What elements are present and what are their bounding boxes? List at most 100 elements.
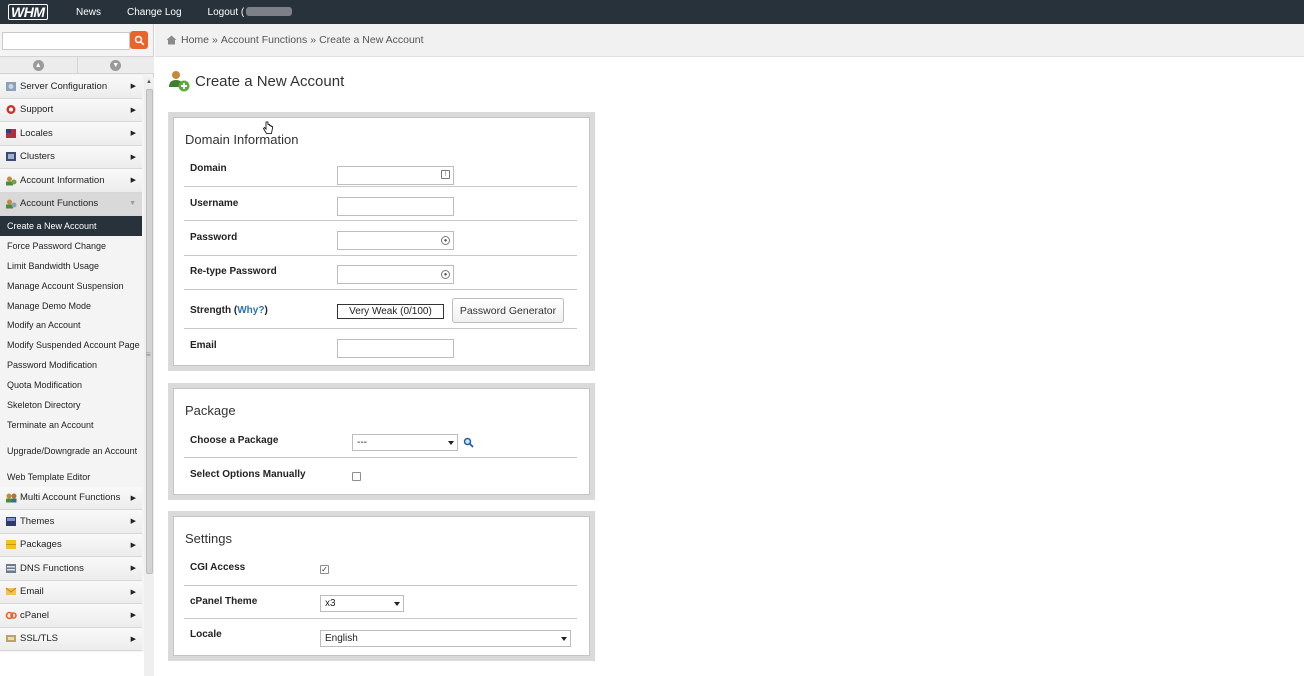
sidebar-category-packages[interactable]: Packages ▶ — [0, 533, 142, 558]
sidebar-category-server-configuration[interactable]: Server Configuration ▶ — [0, 75, 142, 99]
sidebar-category-themes[interactable]: Themes ▶ — [0, 510, 142, 534]
expand-arrow-icon: ▶ — [130, 494, 136, 502]
page-title: Create a New Account — [167, 69, 344, 93]
add-account-icon — [169, 71, 190, 92]
sidebar-item-password-modification[interactable]: Password Modification — [0, 355, 142, 375]
password-input[interactable] — [337, 231, 454, 250]
dropdown-arrow-icon — [448, 441, 454, 445]
sidebar-category-cpanel[interactable]: cPanel ▶ — [0, 604, 142, 628]
sidebar-item-force-password-change[interactable]: Force Password Change — [0, 236, 142, 256]
package-inner: Package Choose a Package --- Select Opti… — [173, 388, 590, 495]
expand-arrow-icon: ▶ — [130, 635, 136, 643]
sidebar-category-account-information[interactable]: Account Information ▶ — [0, 169, 142, 193]
category-label: Account Information — [20, 174, 105, 186]
password-strength-meter: Very Weak (0/100) — [337, 304, 444, 319]
retype-password-input[interactable] — [337, 265, 454, 284]
locale-select[interactable]: English — [320, 630, 571, 647]
sidebar-category-email[interactable]: Email ▶ — [0, 580, 142, 605]
scroll-up-arrow-icon[interactable]: ▲ — [146, 79, 152, 85]
category-label: Support — [20, 104, 54, 116]
sidebar-item-create-a-new-account[interactable]: Create a New Account — [0, 216, 142, 236]
email-input[interactable] — [337, 339, 454, 358]
field-info-icon: ! — [441, 170, 450, 179]
username-input[interactable] — [337, 197, 454, 216]
password-row: Password ● — [184, 221, 577, 256]
choose-package-label: Choose a Package — [190, 435, 279, 446]
select-options-manually-checkbox[interactable] — [352, 472, 361, 481]
cgi-access-label: CGI Access — [190, 562, 246, 573]
expand-arrow-icon: ▶ — [130, 518, 136, 526]
sidebar: ▲ ▼ Server Configuration ▶ Support ▶ Local… — [0, 24, 154, 676]
choose-package-row: Choose a Package --- — [184, 425, 577, 458]
domain-information-panel: Domain Information Domain ! Username Pas… — [168, 112, 595, 371]
account-functions-icon — [6, 199, 17, 209]
panel-title: Domain Information — [185, 132, 299, 147]
category-label: SSL/TLS — [20, 633, 59, 645]
expand-collapse-row: ▲ ▼ — [0, 56, 154, 74]
whm-logo[interactable]: WHM — [0, 0, 62, 24]
sidebar-item-manage-demo-mode[interactable]: Manage Demo Mode — [0, 296, 142, 316]
category-label: DNS Functions — [20, 562, 84, 574]
expand-arrow-icon: ▶ — [130, 541, 136, 549]
dropdown-arrow-icon — [394, 602, 400, 606]
domain-input[interactable] — [337, 166, 454, 185]
account-info-icon — [6, 176, 17, 186]
sidebar-item-quota-modification[interactable]: Quota Modification — [0, 375, 142, 395]
home-icon — [166, 35, 177, 45]
package-select-value: --- — [357, 437, 367, 448]
chevron-down-icon: ▼ — [110, 59, 122, 71]
logout-link[interactable]: Logout ( — [208, 7, 293, 18]
sidebar-item-web-template-editor[interactable]: Web Template Editor — [0, 467, 142, 487]
strength-row: Strength (Why?) Very Weak (0/100) Passwo… — [184, 290, 577, 329]
cgi-access-checkbox[interactable]: ✓ — [320, 565, 329, 574]
domain-label: Domain — [190, 163, 227, 174]
sidebar-category-clusters[interactable]: Clusters ▶ — [0, 145, 142, 169]
locales-icon — [6, 128, 16, 138]
collapse-all-button[interactable]: ▲ — [0, 57, 78, 73]
cpanel-theme-select[interactable]: x3 — [320, 595, 404, 612]
sidebar-item-manage-account-suspension[interactable]: Manage Account Suspension — [0, 276, 142, 296]
support-icon — [6, 105, 16, 115]
resize-grip-icon[interactable]: ≡ — [146, 350, 151, 359]
password-generator-button[interactable]: Password Generator — [452, 298, 564, 323]
sidebar-category-dns-functions[interactable]: DNS Functions ▶ — [0, 557, 142, 581]
category-label: Locales — [20, 127, 53, 139]
search-button[interactable] — [130, 31, 148, 49]
dns-icon — [6, 563, 16, 573]
retype-password-label: Re-type Password — [190, 266, 277, 277]
sidebar-item-limit-bandwidth-usage[interactable]: Limit Bandwidth Usage — [0, 256, 142, 276]
search-icon — [134, 35, 144, 45]
sidebar-category-locales[interactable]: Locales ▶ — [0, 122, 142, 146]
sidebar-item-upgrade-downgrade-an-account[interactable]: Upgrade/Downgrade an Account — [0, 435, 142, 467]
sidebar-category-multi-account-functions[interactable]: Multi Account Functions ▶ — [0, 486, 142, 511]
breadcrumb-account-functions[interactable]: Account Functions — [221, 34, 307, 46]
select-options-row: Select Options Manually — [184, 458, 577, 490]
search-icon[interactable] — [463, 437, 474, 448]
sidebar-item-skeleton-directory[interactable]: Skeleton Directory — [0, 395, 142, 415]
breadcrumb-home[interactable]: Home — [181, 34, 209, 46]
sidebar-item-terminate-an-account[interactable]: Terminate an Account — [0, 415, 142, 435]
category-label: Themes — [20, 515, 55, 527]
sidebar-category-ssl-tls[interactable]: SSL/TLS ▶ — [0, 627, 142, 652]
ssl-icon — [6, 635, 16, 643]
news-link[interactable]: News — [76, 7, 101, 18]
package-select[interactable]: --- — [352, 434, 458, 451]
collapse-arrow-icon: ▼ — [129, 199, 136, 207]
locale-row: Locale English — [184, 619, 577, 652]
logout-username-redacted — [246, 7, 293, 17]
breadcrumb-current: Create a New Account — [319, 34, 424, 46]
sidebar-scrollbar-thumb[interactable] — [146, 89, 153, 574]
sidebar-item-modify-suspended-account-page[interactable]: Modify Suspended Account Page — [0, 335, 142, 355]
sidebar-search-input[interactable] — [2, 32, 130, 50]
select-options-label: Select Options Manually — [190, 469, 306, 480]
sidebar-category-account-functions[interactable]: Account Functions ▼ — [0, 192, 142, 216]
category-label: Server Configuration — [20, 80, 108, 92]
sidebar-category-support[interactable]: Support ▶ — [0, 98, 142, 122]
username-label: Username — [190, 198, 239, 209]
expand-all-button[interactable]: ▼ — [78, 57, 155, 73]
sidebar-item-modify-an-account[interactable]: Modify an Account — [0, 315, 142, 335]
clusters-icon — [6, 152, 16, 162]
themes-icon — [6, 516, 16, 526]
changelog-link[interactable]: Change Log — [127, 7, 182, 18]
why-link[interactable]: Why? — [237, 305, 264, 316]
